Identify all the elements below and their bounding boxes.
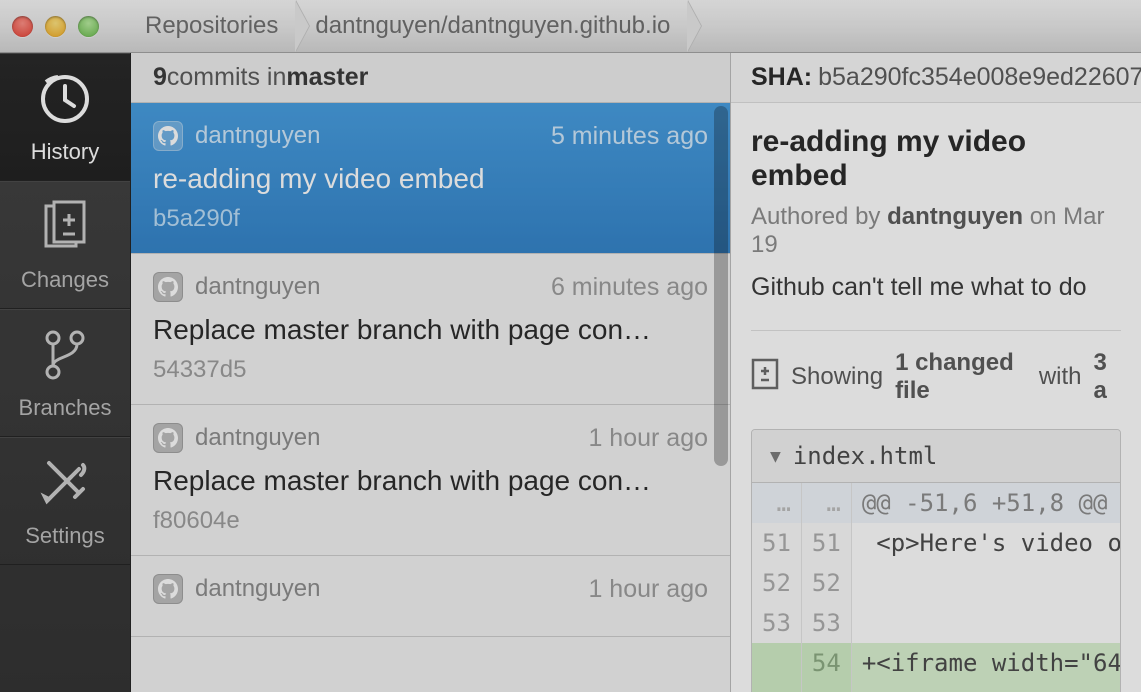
line-number-new bbox=[801, 683, 851, 692]
breadcrumb: Repositories dantnguyen/dantnguyen.githu… bbox=[127, 0, 689, 52]
line-number-old: … bbox=[752, 483, 801, 523]
sidebar-item-branches[interactable]: Branches bbox=[0, 309, 130, 437]
titlebar: Repositories dantnguyen/dantnguyen.githu… bbox=[0, 0, 1141, 53]
commit-details: SHA: b5a290fc354e008e9ed22607c re-adding… bbox=[731, 53, 1141, 692]
summary-text: with bbox=[1039, 363, 1082, 391]
chevron-right-icon bbox=[296, 0, 310, 52]
commits-list: dantnguyen 5 minutes ago re-adding my vide… bbox=[131, 103, 730, 692]
sidebar-item-label: Changes bbox=[21, 267, 109, 293]
line-number-new: … bbox=[801, 483, 851, 523]
sidebar-item-label: Branches bbox=[19, 395, 112, 421]
commit-author: dantnguyen bbox=[887, 203, 1023, 230]
line-number-old: 53 bbox=[752, 603, 801, 643]
chevron-right-icon bbox=[688, 0, 702, 52]
line-number-old: 52 bbox=[752, 563, 801, 603]
diff-row: 5353 bbox=[752, 603, 1121, 643]
diff-row: 5252 bbox=[752, 563, 1121, 603]
commit-message: Replace master branch with page con… bbox=[153, 314, 708, 346]
sha-row: SHA: b5a290fc354e008e9ed22607c bbox=[731, 53, 1141, 103]
github-avatar-icon bbox=[153, 574, 183, 604]
diff-row: dfCd2eQfueY?list= bbox=[752, 683, 1121, 692]
diff-code bbox=[851, 603, 1121, 643]
breadcrumb-item[interactable]: Repositories bbox=[127, 0, 296, 52]
history-icon bbox=[35, 69, 95, 129]
file-diff-icon bbox=[751, 358, 779, 397]
tools-icon bbox=[35, 453, 95, 513]
commit-message: re-adding my video embed bbox=[153, 163, 708, 195]
commits-column: 9 commits in master dantnguyen 5 minutes … bbox=[131, 53, 731, 692]
changed-file-count: 1 changed file bbox=[895, 349, 1027, 405]
github-avatar-icon bbox=[153, 423, 183, 453]
commit-time: 1 hour ago bbox=[588, 424, 708, 453]
line-number-old bbox=[752, 683, 801, 692]
commit-item[interactable]: dantnguyen 6 minutes ago Replace master br… bbox=[131, 254, 730, 405]
summary-text: Showing bbox=[791, 363, 883, 391]
sidebar-item-history[interactable]: History bbox=[0, 53, 130, 181]
commit-item[interactable]: dantnguyen 1 hour ago Replace master branc… bbox=[131, 405, 730, 556]
branch-icon bbox=[35, 325, 95, 385]
diff-file: ▼ index.html ……@@ -51,6 +51,8 @@5151 <p>… bbox=[751, 429, 1121, 692]
commit-short-sha: f80604e bbox=[153, 507, 708, 535]
commit-description: Github can't tell me what to do bbox=[751, 273, 1121, 302]
diff-code: @@ -51,6 +51,8 @@ bbox=[851, 483, 1121, 523]
commit-author: dantnguyen bbox=[195, 122, 320, 150]
traffic-lights bbox=[12, 16, 99, 37]
commit-time: 6 minutes ago bbox=[551, 273, 708, 302]
commit-message: Replace master branch with page con… bbox=[153, 465, 708, 497]
sidebar-item-changes[interactable]: Changes bbox=[0, 181, 130, 309]
github-avatar-icon bbox=[153, 121, 183, 151]
commits-header-text: commits in bbox=[167, 63, 286, 92]
commit-author: dantnguyen bbox=[195, 424, 320, 452]
commit-count: 9 bbox=[153, 63, 167, 92]
line-number-new: 51 bbox=[801, 523, 851, 563]
branch-name: master bbox=[286, 63, 368, 92]
commit-time: 1 hour ago bbox=[588, 575, 708, 604]
github-avatar-icon bbox=[153, 272, 183, 302]
divider bbox=[751, 330, 1121, 331]
line-number-old: 51 bbox=[752, 523, 801, 563]
commit-meta: Authored by dantnguyen on Mar 19 bbox=[751, 203, 1121, 259]
additions-count: 3 a bbox=[1094, 349, 1121, 405]
line-number-new: 53 bbox=[801, 603, 851, 643]
file-summary: Showing 1 changed file with 3 a bbox=[751, 349, 1121, 405]
sidebar-item-label: History bbox=[31, 139, 99, 165]
sha-label: SHA: bbox=[751, 63, 812, 92]
disclosure-triangle-icon[interactable]: ▼ bbox=[770, 446, 781, 467]
diff-code: dfCd2eQfueY?list= bbox=[851, 683, 1121, 692]
scrollbar-thumb[interactable] bbox=[714, 106, 728, 466]
commit-time: 5 minutes ago bbox=[551, 122, 708, 151]
diff-code bbox=[851, 563, 1121, 603]
sha-value: b5a290fc354e008e9ed22607c bbox=[818, 63, 1141, 92]
line-number-old bbox=[752, 643, 801, 683]
sidebar-item-settings[interactable]: Settings bbox=[0, 437, 130, 565]
sidebar: History Changes Branches Settings bbox=[0, 53, 131, 692]
close-button[interactable] bbox=[12, 16, 33, 37]
diff-row: 54+<iframe width="64 bbox=[752, 643, 1121, 683]
line-number-new: 54 bbox=[801, 643, 851, 683]
minimize-button[interactable] bbox=[45, 16, 66, 37]
commit-author: dantnguyen bbox=[195, 575, 320, 603]
line-number-new: 52 bbox=[801, 563, 851, 603]
commit-item[interactable]: dantnguyen 1 hour ago bbox=[131, 556, 730, 637]
diff-row: ……@@ -51,6 +51,8 @@ bbox=[752, 483, 1121, 523]
diff-file-header[interactable]: ▼ index.html bbox=[752, 430, 1120, 483]
commit-author: dantnguyen bbox=[195, 273, 320, 301]
scrollbar[interactable] bbox=[714, 106, 728, 646]
authored-prefix: Authored by bbox=[751, 203, 887, 230]
file-name: index.html bbox=[793, 442, 938, 470]
zoom-button[interactable] bbox=[78, 16, 99, 37]
commit-item[interactable]: dantnguyen 5 minutes ago re-adding my vide… bbox=[131, 103, 730, 254]
diff-icon bbox=[35, 197, 95, 257]
commit-short-sha: b5a290f bbox=[153, 205, 708, 233]
sidebar-item-label: Settings bbox=[25, 523, 105, 549]
diff-table: ……@@ -51,6 +51,8 @@5151 <p>Here's video … bbox=[752, 483, 1121, 692]
breadcrumb-item[interactable]: dantnguyen/dantnguyen.github.io bbox=[297, 0, 688, 52]
commit-short-sha: 54337d5 bbox=[153, 356, 708, 384]
commit-title: re-adding my video embed bbox=[751, 125, 1121, 193]
diff-code: +<iframe width="64 bbox=[851, 643, 1121, 683]
diff-row: 5151 <p>Here's video o bbox=[752, 523, 1121, 563]
diff-code: <p>Here's video o bbox=[851, 523, 1121, 563]
commits-header: 9 commits in master bbox=[131, 53, 730, 103]
